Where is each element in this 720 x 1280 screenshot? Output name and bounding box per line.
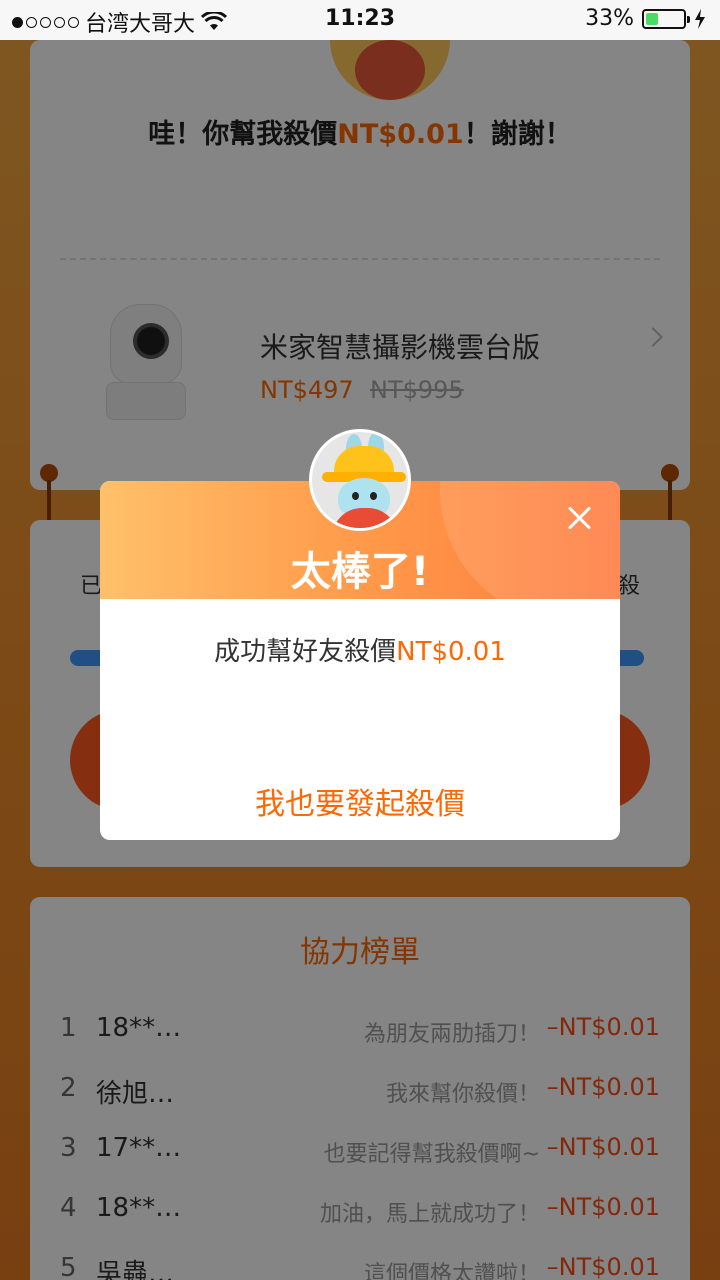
- battery-percent: 33%: [585, 6, 634, 31]
- success-dialog: 太棒了! 成功幫好友殺價NT$0.01 我也要發起殺價: [100, 429, 620, 840]
- dialog-title: 太棒了!: [290, 549, 430, 595]
- close-icon[interactable]: [562, 501, 596, 535]
- status-bar: 台湾大哥大 11:23 33%: [0, 0, 720, 40]
- message-prefix: 成功幫好友殺價: [214, 637, 397, 667]
- message-amount: NT$0.01: [396, 637, 506, 667]
- mascot-avatar: [309, 429, 411, 531]
- charging-icon: [695, 8, 705, 29]
- dialog-message: 成功幫好友殺價NT$0.01: [100, 631, 620, 668]
- start-bargain-button[interactable]: 我也要發起殺價: [100, 779, 620, 823]
- status-right: 33%: [585, 6, 706, 31]
- battery-icon: [642, 8, 690, 29]
